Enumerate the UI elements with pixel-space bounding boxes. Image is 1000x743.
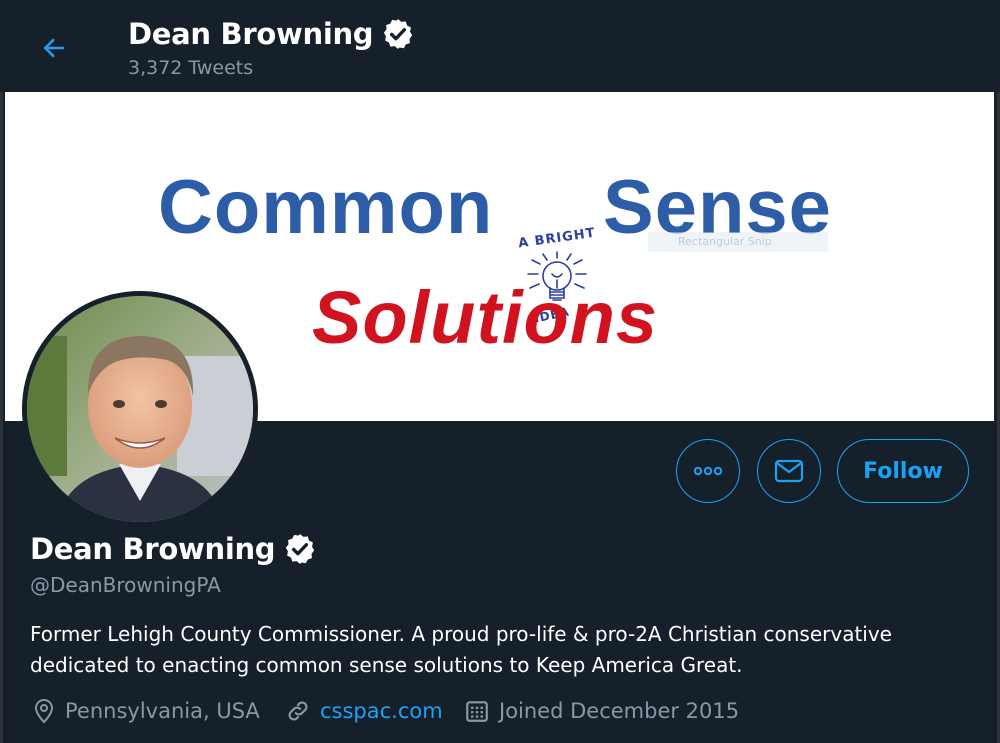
profile-name: Dean Browning bbox=[30, 532, 276, 566]
arrow-left-icon bbox=[43, 38, 64, 58]
profile-header-bar: Dean Browning 3,372 Tweets bbox=[0, 0, 1000, 92]
banner-word-common: Common bbox=[158, 165, 494, 250]
profile-website[interactable]: csspac.com bbox=[285, 698, 443, 724]
verified-badge-icon bbox=[384, 19, 413, 49]
profile-handle: @DeanBrowningPA bbox=[30, 573, 221, 597]
profile-name-row: Dean Browning bbox=[30, 529, 317, 569]
verified-badge-icon bbox=[286, 534, 315, 564]
tweet-count: 3,372 Tweets bbox=[128, 57, 254, 79]
header-name: Dean Browning bbox=[128, 17, 374, 51]
website-link[interactable]: csspac.com bbox=[320, 699, 443, 723]
profile-joined: Joined December 2015 bbox=[464, 698, 739, 724]
location-text: Pennsylvania, USA bbox=[65, 699, 260, 723]
follow-button[interactable]: Follow bbox=[837, 439, 969, 503]
header-title: Dean Browning bbox=[128, 14, 415, 54]
calendar-icon bbox=[466, 701, 488, 722]
avatar-photo bbox=[27, 296, 253, 522]
back-button[interactable] bbox=[32, 26, 76, 70]
location-pin-icon bbox=[34, 698, 54, 724]
more-button[interactable] bbox=[676, 439, 740, 503]
snip-overlay-label: Rectangular Snip bbox=[648, 232, 828, 252]
profile-bio: Former Lehigh County Commissioner. A pro… bbox=[30, 622, 892, 677]
profile-location: Pennsylvania, USA bbox=[32, 698, 260, 724]
joined-text: Joined December 2015 bbox=[499, 699, 740, 723]
link-icon bbox=[288, 701, 308, 721]
avatar[interactable] bbox=[22, 291, 258, 527]
banner-word-solutions: Solutions bbox=[312, 276, 659, 359]
mail-icon bbox=[774, 459, 804, 483]
message-button[interactable] bbox=[757, 439, 821, 503]
more-horizontal-icon bbox=[693, 466, 723, 476]
